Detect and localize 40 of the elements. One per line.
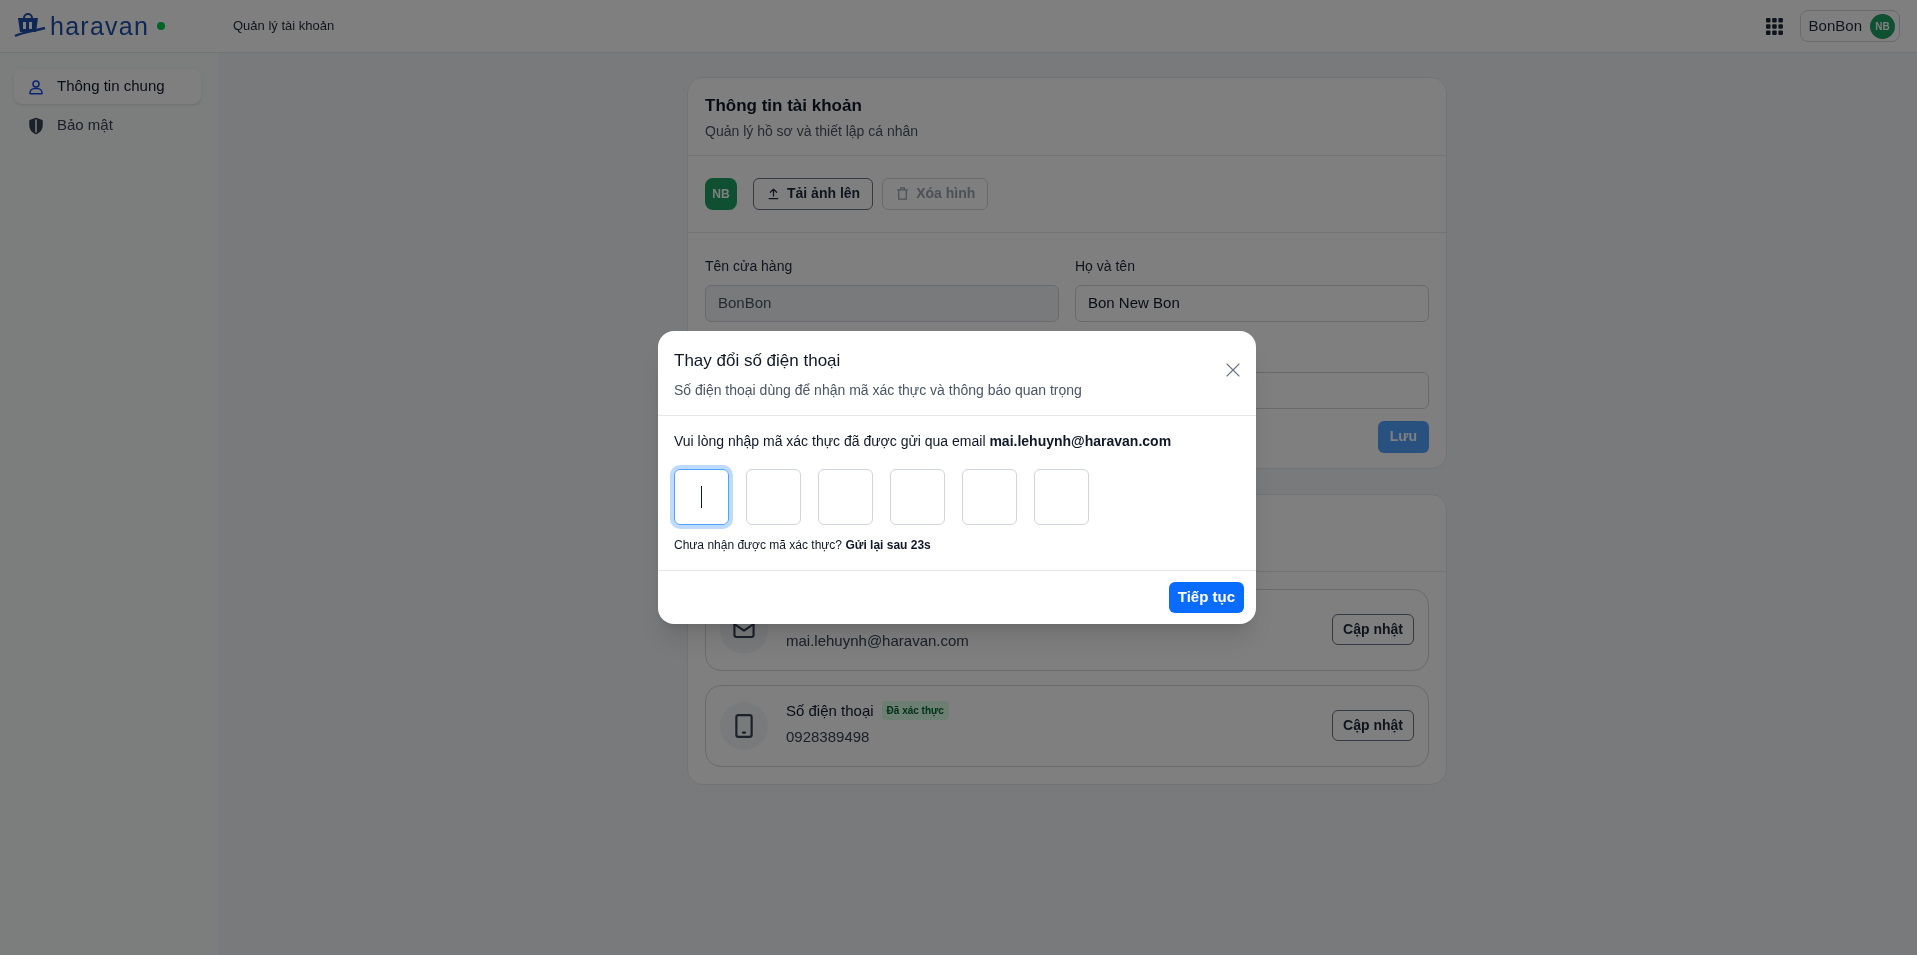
sidebar-item[interactable]: Thông tin chung (14, 69, 201, 104)
close-icon (1224, 361, 1242, 379)
contact-title: Số điện thoại (786, 700, 874, 721)
user-icon (27, 77, 45, 96)
page-title: Quản lý tài khoản (233, 17, 335, 36)
update-button[interactable]: Cập nhật (1332, 710, 1414, 741)
update-button[interactable]: Cập nhật (1332, 614, 1414, 645)
continue-button[interactable]: Tiếp tục (1168, 581, 1244, 613)
close-button[interactable] (1224, 361, 1242, 379)
shield-icon (27, 116, 45, 135)
instruction-text: Vui lòng nhập mã xác thực đã được gửi qua email mai.lehuynh@haravan.com (674, 431, 1173, 451)
verified-badge: Đã xác thực (881, 701, 949, 721)
user-avatar: NB (1870, 13, 1895, 39)
code-input-box[interactable] (962, 468, 1017, 525)
tablet-icon (735, 713, 753, 738)
sidebar-item[interactable]: Bảo mật (14, 108, 201, 143)
logo-text: haravan (50, 13, 150, 39)
card-title: Thông tin tài khoản (705, 95, 863, 117)
contact-value: 0928389498 (786, 727, 871, 748)
code-input-box[interactable] (818, 468, 873, 525)
upload-icon (766, 186, 781, 201)
field-label: Tên cửa hàng (705, 256, 794, 276)
apps-grid-icon[interactable] (1765, 17, 1783, 35)
resend-text: Chưa nhận được mã xác thực? Gửi lại sau 23s (674, 536, 932, 554)
modal-title: Thay đổi số điện thoại (674, 350, 841, 372)
field-label: Họ và tên (1075, 256, 1136, 276)
avatar: NB (705, 177, 737, 210)
trash-icon (895, 186, 911, 201)
logo-icon (14, 12, 46, 40)
user-menu-button[interactable]: BonBon NB (1799, 10, 1900, 42)
contact-value: mai.lehuynh@haravan.com (786, 631, 970, 652)
code-input-box[interactable] (890, 468, 945, 525)
card-subtitle: Quản lý hồ sơ và thiết lập cá nhân (705, 121, 920, 141)
avatar-action-button[interactable]: Tải ảnh lên (753, 177, 874, 210)
code-input-box[interactable] (746, 468, 801, 525)
input-field[interactable]: Bon New Bon (1075, 284, 1429, 322)
mail-icon (733, 621, 755, 638)
code-input-box[interactable] (1034, 468, 1089, 525)
modal-subtitle: Số điện thoại dùng để nhận mã xác thực và thông báo quan trọng (674, 380, 1082, 400)
text-cursor (700, 485, 703, 508)
